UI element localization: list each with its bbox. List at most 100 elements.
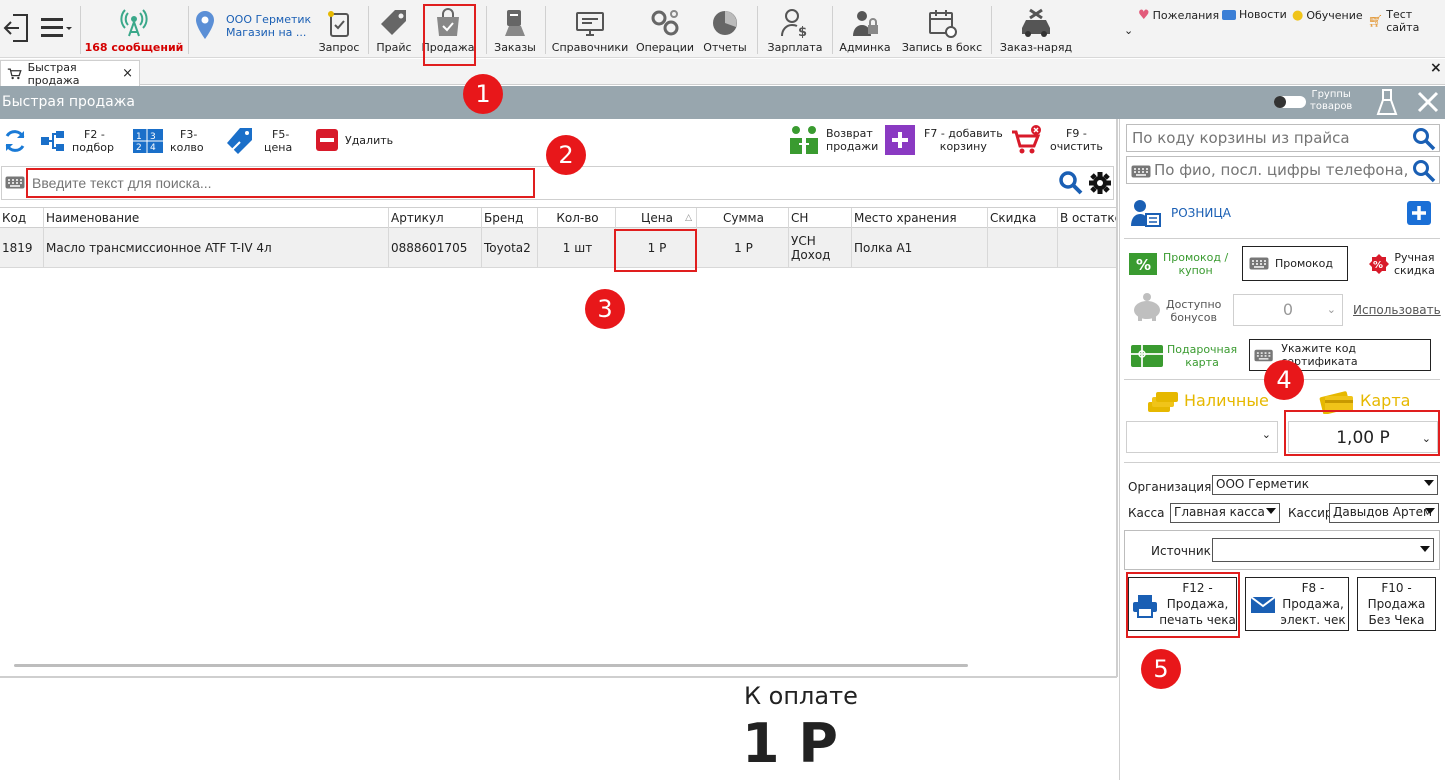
- groups-toggle[interactable]: [1274, 96, 1306, 108]
- to-pay-amount: 1 Р: [742, 712, 838, 775]
- price-button[interactable]: Прайс: [374, 0, 414, 58]
- orders-button[interactable]: Заказы: [492, 0, 538, 58]
- directories-button[interactable]: Справочники: [552, 0, 628, 58]
- col-sum[interactable]: Сумма: [697, 208, 789, 229]
- kassa-select[interactable]: Главная касса: [1170, 503, 1280, 523]
- col-qty[interactable]: Кол-во: [538, 208, 616, 229]
- f3-quantity-button[interactable]: 1234 F3- колво: [132, 128, 204, 154]
- search-icon[interactable]: [1412, 159, 1436, 183]
- col-discount[interactable]: Скидка: [988, 208, 1058, 229]
- box-booking-button[interactable]: Запись в бокс: [900, 0, 984, 58]
- salary-button[interactable]: $ Зарплата: [764, 0, 826, 58]
- refresh-button[interactable]: [2, 128, 28, 154]
- source-select[interactable]: [1212, 538, 1434, 562]
- cell-code: 1819: [0, 228, 44, 268]
- close-icon[interactable]: [1416, 90, 1440, 114]
- admin-button[interactable]: Админка: [838, 0, 892, 58]
- delete-button[interactable]: Удалить: [315, 128, 393, 152]
- f5-price-button[interactable]: F5- цена: [226, 126, 292, 156]
- keyboard-icon: [1254, 349, 1273, 361]
- table-row[interactable]: 1819 Масло трансмиссионное ATF T-IV 4л 0…: [0, 228, 1117, 268]
- cash-amount-field[interactable]: ⌄: [1126, 421, 1278, 453]
- table-border: [1116, 119, 1118, 677]
- request-button[interactable]: Запрос: [316, 0, 362, 58]
- return-sale-button[interactable]: Возврат продажи: [788, 124, 878, 156]
- manual-discount-button[interactable]: % Ручная скидка: [1368, 251, 1435, 277]
- customer-search-field[interactable]: [1126, 156, 1440, 184]
- messages-button[interactable]: 168 сообщений: [84, 0, 184, 58]
- f8-sale-email-button[interactable]: F8 - Продажа, элект. чек: [1245, 577, 1349, 631]
- customer-card-icon: [1131, 200, 1161, 227]
- col-brand[interactable]: Бренд: [482, 208, 538, 229]
- f7-add-basket-button[interactable]: F7 - добавить корзину: [884, 124, 1003, 156]
- dropdown-arrow-icon: [1425, 508, 1435, 514]
- basket-code-input[interactable]: [1127, 125, 1407, 151]
- admin-lock-icon: [853, 11, 878, 36]
- keyboard-icon[interactable]: [5, 176, 25, 189]
- gears-icon: [651, 10, 679, 36]
- promo-code-field[interactable]: Промокод: [1242, 246, 1348, 281]
- col-price[interactable]: Цена △: [616, 208, 697, 229]
- toolbar-expand-icon[interactable]: ⌄: [1124, 24, 1133, 37]
- add-customer-icon[interactable]: [1406, 200, 1432, 226]
- horizontal-scrollbar[interactable]: [14, 664, 968, 667]
- store-name: Магазин на ...: [226, 26, 307, 39]
- price-edit-icon: [227, 128, 252, 154]
- site-test-link[interactable]: 🛒︎ Тест сайта: [1368, 8, 1445, 34]
- gear-icon[interactable]: [1087, 170, 1113, 196]
- tab-quick-sale[interactable]: Быстрая продажа ×: [0, 60, 140, 87]
- training-link[interactable]: ● Обучение: [1292, 8, 1363, 23]
- keyboard-icon[interactable]: [1131, 165, 1151, 178]
- col-storage[interactable]: Место хранения: [852, 208, 988, 229]
- search-icon[interactable]: [1412, 127, 1436, 151]
- pie-chart-icon: [713, 11, 737, 35]
- col-article[interactable]: Артикул: [389, 208, 482, 229]
- to-pay-label: К оплате: [744, 682, 858, 710]
- col-stock[interactable]: В остатке: [1058, 208, 1117, 229]
- col-name[interactable]: Наименование: [44, 208, 389, 229]
- news-link[interactable]: Новости: [1222, 8, 1287, 21]
- dropdown-arrow-icon: [1266, 508, 1276, 514]
- gift-card-icon: [1131, 345, 1163, 367]
- annotation-badge-3: 3: [585, 289, 625, 329]
- discount-badge-icon: %: [1369, 254, 1389, 274]
- f9-clear-button[interactable]: F9 - очистить: [1010, 124, 1103, 156]
- basket-code-field[interactable]: [1126, 124, 1440, 152]
- highlight-price-cell: [614, 229, 697, 272]
- clipboard-check-icon: [328, 11, 349, 37]
- svg-text:%: %: [1373, 260, 1383, 271]
- highlight-f12-button: [1126, 572, 1240, 638]
- monitor-icon: [576, 12, 604, 36]
- refresh-icon: [5, 130, 25, 152]
- reports-button[interactable]: Отчеты: [700, 0, 750, 58]
- wishes-link[interactable]: ♥ Пожелания: [1138, 8, 1219, 23]
- cell-qty[interactable]: 1 шт: [538, 228, 616, 268]
- customer-type[interactable]: РОЗНИЦА: [1171, 206, 1231, 220]
- cashier-select[interactable]: Давыдов Артем: [1329, 503, 1439, 523]
- cell-discount[interactable]: [988, 228, 1058, 268]
- use-bonuses-link[interactable]: Использовать: [1353, 303, 1441, 317]
- bonus-amount-select[interactable]: 0 ⌄: [1233, 294, 1343, 326]
- work-order-button[interactable]: Заказ-наряд: [998, 0, 1074, 58]
- brush-icon[interactable]: [1374, 88, 1400, 116]
- menu-icon[interactable]: [38, 0, 74, 58]
- f2-pick-button[interactable]: F2 - подбор: [40, 128, 114, 154]
- annotation-badge-1: 1: [463, 74, 503, 114]
- organization-select[interactable]: ООО Герметик: [1212, 475, 1438, 495]
- basket-icon: [7, 67, 22, 79]
- tab-close-icon[interactable]: ×: [122, 66, 133, 81]
- col-tax[interactable]: СН: [789, 208, 852, 229]
- search-icon[interactable]: [1058, 170, 1084, 196]
- piggy-bank-icon: [1134, 293, 1160, 321]
- col-code[interactable]: Код: [0, 208, 44, 229]
- search-input[interactable]: [26, 168, 535, 198]
- close-all-icon[interactable]: ×: [1430, 60, 1442, 76]
- operations-button[interactable]: Операции: [636, 0, 694, 58]
- customer-search-input[interactable]: [1154, 158, 1410, 182]
- organization-selector[interactable]: ООО Герметик Магазин на ...: [192, 0, 316, 58]
- envelope-icon: [1250, 596, 1276, 613]
- f10-sale-no-receipt-button[interactable]: F10 - Продажа Без Чека: [1357, 577, 1436, 631]
- logout-icon[interactable]: [0, 0, 34, 58]
- cell-brand: Toyota2: [482, 228, 538, 268]
- dropdown-arrow-icon: [1420, 546, 1430, 552]
